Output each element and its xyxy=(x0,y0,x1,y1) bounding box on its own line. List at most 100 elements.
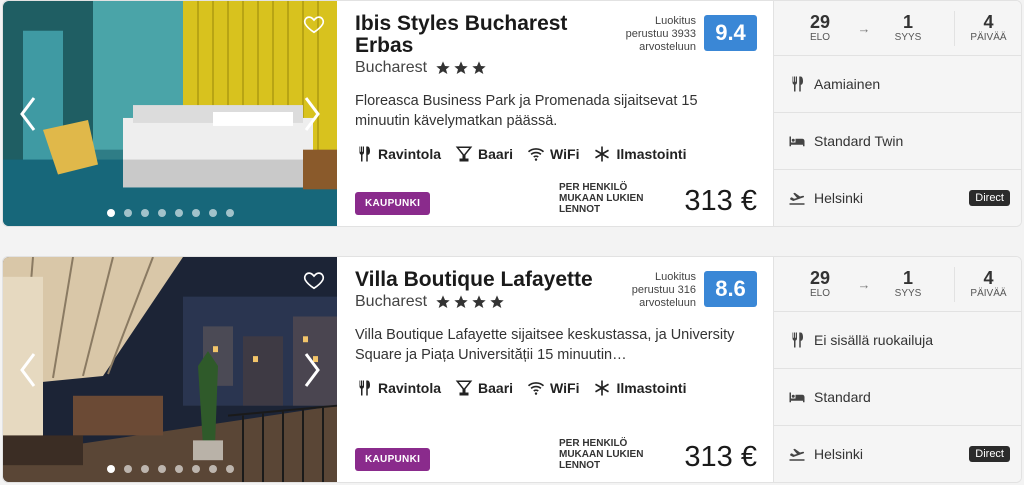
trip-details-panel: 29 ELO → 1 SYYS 4 PÄIVÄÄ Aamiainen Stand… xyxy=(773,1,1021,226)
rating-block[interactable]: Luokitus perustuu 316 arvosteluun 8.6 xyxy=(610,271,757,310)
flight-option[interactable]: Helsinki Direct xyxy=(774,170,1021,226)
departure-city: Helsinki xyxy=(814,446,864,462)
end-day: 1 xyxy=(902,268,913,288)
board-option[interactable]: Aamiainen xyxy=(774,56,1021,113)
hotel-card[interactable]: Villa Boutique Lafayette Bucharest Luoki… xyxy=(2,256,1022,483)
previous-photo-chevron-icon[interactable] xyxy=(17,350,39,390)
amenities-list: Ravintola Baari WiFi Ilmastointi xyxy=(355,379,757,397)
amenity-air-conditioning: Ilmastointi xyxy=(593,145,686,163)
end-month: SYYS xyxy=(894,288,922,299)
amenity-air-conditioning: Ilmastointi xyxy=(593,379,686,397)
hotel-photo-carousel[interactable] xyxy=(3,1,337,226)
rating-block[interactable]: Luokitus perustuu 3933 arvosteluun 9.4 xyxy=(610,15,757,54)
photo-dot[interactable] xyxy=(106,209,115,217)
board-option[interactable]: Ei sisällä ruokailuja xyxy=(774,312,1021,369)
category-badge: KAUPUNKI xyxy=(355,448,431,471)
direct-flight-badge: Direct xyxy=(969,446,1010,462)
price: 313 € xyxy=(684,185,757,217)
bar-icon xyxy=(455,146,473,162)
amenity-wifi: WiFi xyxy=(527,145,579,163)
flight-option[interactable]: Helsinki Direct xyxy=(774,426,1021,482)
photo-pagination-dots xyxy=(3,465,337,473)
direct-flight-badge: Direct xyxy=(969,190,1010,206)
amenity-restaurant: Ravintola xyxy=(355,145,441,163)
star-icon xyxy=(454,61,468,74)
rating-score: 9.4 xyxy=(704,15,757,51)
rating-text: Luokitus perustuu 316 arvosteluun xyxy=(631,271,696,309)
start-day: 29 xyxy=(809,12,831,32)
hotel-stars xyxy=(435,60,487,76)
photo-dot[interactable] xyxy=(208,209,217,217)
hotel-terrace-photo xyxy=(3,257,337,482)
photo-dot[interactable] xyxy=(123,209,132,217)
restaurant-icon xyxy=(359,146,370,162)
star-icon xyxy=(436,61,450,74)
room-option[interactable]: Standard Twin xyxy=(774,113,1021,170)
end-month: SYYS xyxy=(894,32,922,43)
nights-count: 4 xyxy=(983,12,994,32)
arrow-right-icon: → xyxy=(857,20,871,36)
photo-dot[interactable] xyxy=(106,465,115,473)
hotel-stars xyxy=(435,294,505,310)
photo-dot[interactable] xyxy=(225,465,234,473)
trip-dates: 29 ELO → 1 SYYS 4 PÄIVÄÄ xyxy=(774,1,1021,56)
nights-label: PÄIVÄÄ xyxy=(970,32,1007,43)
photo-dot[interactable] xyxy=(140,209,149,217)
price-label: PER HENKILÖ MUKAAN LUKIEN LENNOT xyxy=(559,182,644,215)
bed-icon xyxy=(789,136,805,147)
room-option[interactable]: Standard xyxy=(774,369,1021,426)
photo-dot[interactable] xyxy=(174,209,183,217)
star-icon xyxy=(472,61,486,74)
wifi-icon xyxy=(527,148,545,161)
next-photo-chevron-icon[interactable] xyxy=(301,350,323,390)
plane-icon xyxy=(789,192,805,205)
photo-pagination-dots xyxy=(3,209,337,217)
hotel-info: Villa Boutique Lafayette Bucharest Luoki… xyxy=(337,257,773,482)
previous-photo-chevron-icon[interactable] xyxy=(17,94,39,134)
end-day: 1 xyxy=(902,12,913,32)
board-label: Ei sisällä ruokailuja xyxy=(814,332,934,348)
photo-dot[interactable] xyxy=(191,465,200,473)
hotel-card[interactable]: Ibis Styles Bucharest Erbas Bucharest Lu… xyxy=(2,0,1022,227)
hotel-room-photo xyxy=(3,1,337,226)
hotel-city: Bucharest xyxy=(355,293,428,310)
star-icon xyxy=(436,295,450,308)
star-icon xyxy=(454,295,468,308)
next-photo-chevron-icon[interactable] xyxy=(301,94,323,134)
hotel-name[interactable]: Villa Boutique Lafayette xyxy=(355,269,600,291)
trip-dates: 29 ELO → 1 SYYS 4 PÄIVÄÄ xyxy=(774,257,1021,312)
price-label: PER HENKILÖ MUKAAN LUKIEN LENNOT xyxy=(559,438,644,471)
category-badge: KAUPUNKI xyxy=(355,192,431,215)
hotel-description: Floreasca Business Park ja Promenada sij… xyxy=(355,93,698,129)
departure-city: Helsinki xyxy=(814,190,864,206)
wifi-icon xyxy=(527,382,545,395)
photo-dot[interactable] xyxy=(225,209,234,217)
hotel-name[interactable]: Ibis Styles Bucharest Erbas xyxy=(355,13,600,57)
favorite-heart-icon[interactable] xyxy=(303,269,325,291)
nights-label: PÄIVÄÄ xyxy=(970,288,1007,299)
amenity-bar: Baari xyxy=(455,379,513,397)
start-month: ELO xyxy=(809,288,830,299)
favorite-heart-icon[interactable] xyxy=(303,13,325,35)
photo-dot[interactable] xyxy=(208,465,217,473)
amenities-list: Ravintola Baari WiFi Ilmastointi xyxy=(355,145,757,163)
hotel-description: Villa Boutique Lafayette sijaitsee kesku… xyxy=(355,327,735,363)
board-label: Aamiainen xyxy=(814,76,881,92)
photo-dot[interactable] xyxy=(140,465,149,473)
restaurant-icon xyxy=(359,380,370,396)
photo-dot[interactable] xyxy=(191,209,200,217)
photo-dot[interactable] xyxy=(157,465,166,473)
star-icon xyxy=(472,295,486,308)
photo-dot[interactable] xyxy=(123,465,132,473)
rating-text: Luokitus perustuu 3933 arvosteluun xyxy=(625,15,696,53)
price: 313 € xyxy=(684,441,757,473)
room-label: Standard Twin xyxy=(814,133,904,149)
trip-details-panel: 29 ELO → 1 SYYS 4 PÄIVÄÄ Ei sisällä ruok… xyxy=(773,257,1021,482)
photo-dot[interactable] xyxy=(174,465,183,473)
nights-count: 4 xyxy=(983,268,994,288)
bed-icon xyxy=(789,392,805,403)
amenity-wifi: WiFi xyxy=(527,379,579,397)
photo-dot[interactable] xyxy=(157,209,166,217)
plane-icon xyxy=(789,448,805,461)
hotel-photo-carousel[interactable] xyxy=(3,257,337,482)
